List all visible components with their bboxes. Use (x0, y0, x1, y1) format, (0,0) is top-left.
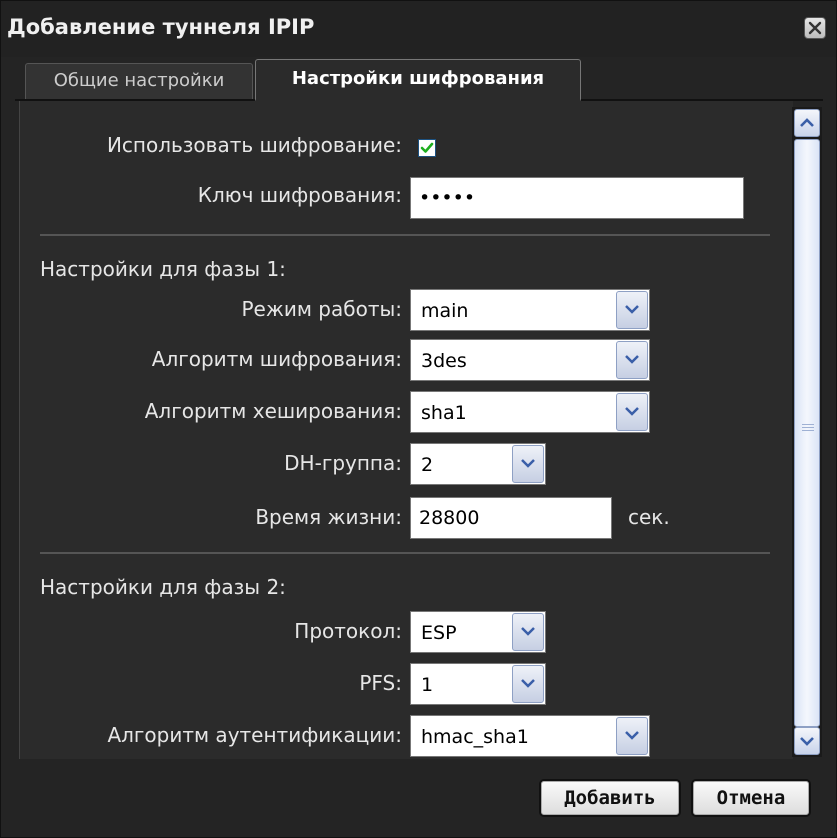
cancel-button[interactable]: Отмена (691, 779, 811, 817)
phase1-title: Настройки для фазы 1: (40, 257, 286, 281)
mode-value: main (421, 300, 469, 322)
encryption-algorithm-value: 3des (421, 350, 467, 372)
chevron-down-icon (625, 355, 639, 364)
dh-group-label: DH-группа: (284, 451, 402, 475)
pfs-label: PFS: (359, 671, 402, 695)
use-encryption-checkbox[interactable] (418, 139, 436, 157)
tab-encryption-settings[interactable]: Настройки шифрования (255, 59, 581, 101)
dialog-title: Добавление туннеля IPIP (7, 15, 315, 39)
tab-general-settings[interactable]: Общие настройки (25, 63, 253, 99)
encryption-settings-panel: Использовать шифрование: Ключ шифрования… (19, 101, 793, 759)
chevron-down-icon (521, 679, 535, 688)
encryption-algorithm-select[interactable]: 3des (410, 339, 650, 381)
chevron-down-icon (625, 305, 639, 314)
auth-algorithm-value: hmac_sha1 (421, 726, 529, 748)
chevron-down-icon (800, 737, 814, 746)
scroll-thumb[interactable] (794, 139, 820, 727)
lifetime-input[interactable]: 28800 (410, 497, 612, 539)
hash-algorithm-label: Алгоритм хеширования: (144, 399, 402, 423)
tab-bar: Общие настройки Настройки шифрования (15, 59, 823, 101)
hash-algorithm-dropdown-button[interactable] (616, 393, 648, 431)
pfs-select[interactable]: 1 (410, 663, 546, 705)
encryption-key-label: Ключ шифрования: (197, 183, 402, 207)
protocol-dropdown-button[interactable] (512, 613, 544, 651)
scroll-up-button[interactable] (794, 109, 820, 137)
protocol-select[interactable]: ESP (410, 611, 546, 653)
title-bar: Добавление туннеля IPIP (1, 1, 836, 57)
chevron-down-icon (521, 627, 535, 636)
protocol-label: Протокол: (294, 619, 402, 643)
chevron-down-icon (625, 407, 639, 416)
dh-group-select[interactable]: 2 (410, 443, 546, 485)
pfs-value: 1 (421, 674, 434, 696)
mode-select[interactable]: main (410, 289, 650, 331)
grip-icon (802, 424, 814, 434)
chevron-down-icon (521, 459, 535, 468)
mode-label: Режим работы: (241, 297, 402, 321)
mode-dropdown-button[interactable] (616, 291, 648, 329)
use-encryption-label: Использовать шифрование: (106, 133, 402, 157)
auth-algorithm-dropdown-button[interactable] (616, 717, 648, 755)
encryption-algorithm-label: Алгоритм шифрования: (151, 347, 402, 371)
dialog-window: Добавление туннеля IPIP Общие настройки … (0, 0, 837, 838)
encryption-algorithm-dropdown-button[interactable] (616, 341, 648, 379)
hash-algorithm-value: sha1 (421, 402, 467, 424)
lifetime-label: Время жизни: (255, 505, 402, 529)
hash-algorithm-select[interactable]: sha1 (410, 391, 650, 433)
auth-algorithm-label: Алгоритм аутентификации: (107, 723, 402, 747)
protocol-value: ESP (421, 622, 457, 644)
divider (40, 552, 770, 554)
auth-algorithm-select[interactable]: hmac_sha1 (410, 715, 650, 757)
dh-group-dropdown-button[interactable] (512, 445, 544, 483)
pfs-dropdown-button[interactable] (512, 665, 544, 703)
scroll-down-button[interactable] (794, 727, 820, 755)
chevron-up-icon (800, 118, 814, 127)
close-button[interactable] (804, 17, 826, 39)
close-icon (808, 21, 822, 35)
dh-group-value: 2 (421, 454, 434, 476)
check-icon (420, 142, 434, 153)
vertical-scrollbar[interactable] (792, 107, 822, 757)
add-button[interactable]: Добавить (539, 779, 681, 817)
divider (40, 234, 770, 236)
encryption-key-input[interactable]: ••••• (410, 177, 744, 219)
chevron-down-icon (625, 731, 639, 740)
phase2-title: Настройки для фазы 2: (40, 575, 286, 599)
lifetime-unit: сек. (628, 505, 670, 529)
